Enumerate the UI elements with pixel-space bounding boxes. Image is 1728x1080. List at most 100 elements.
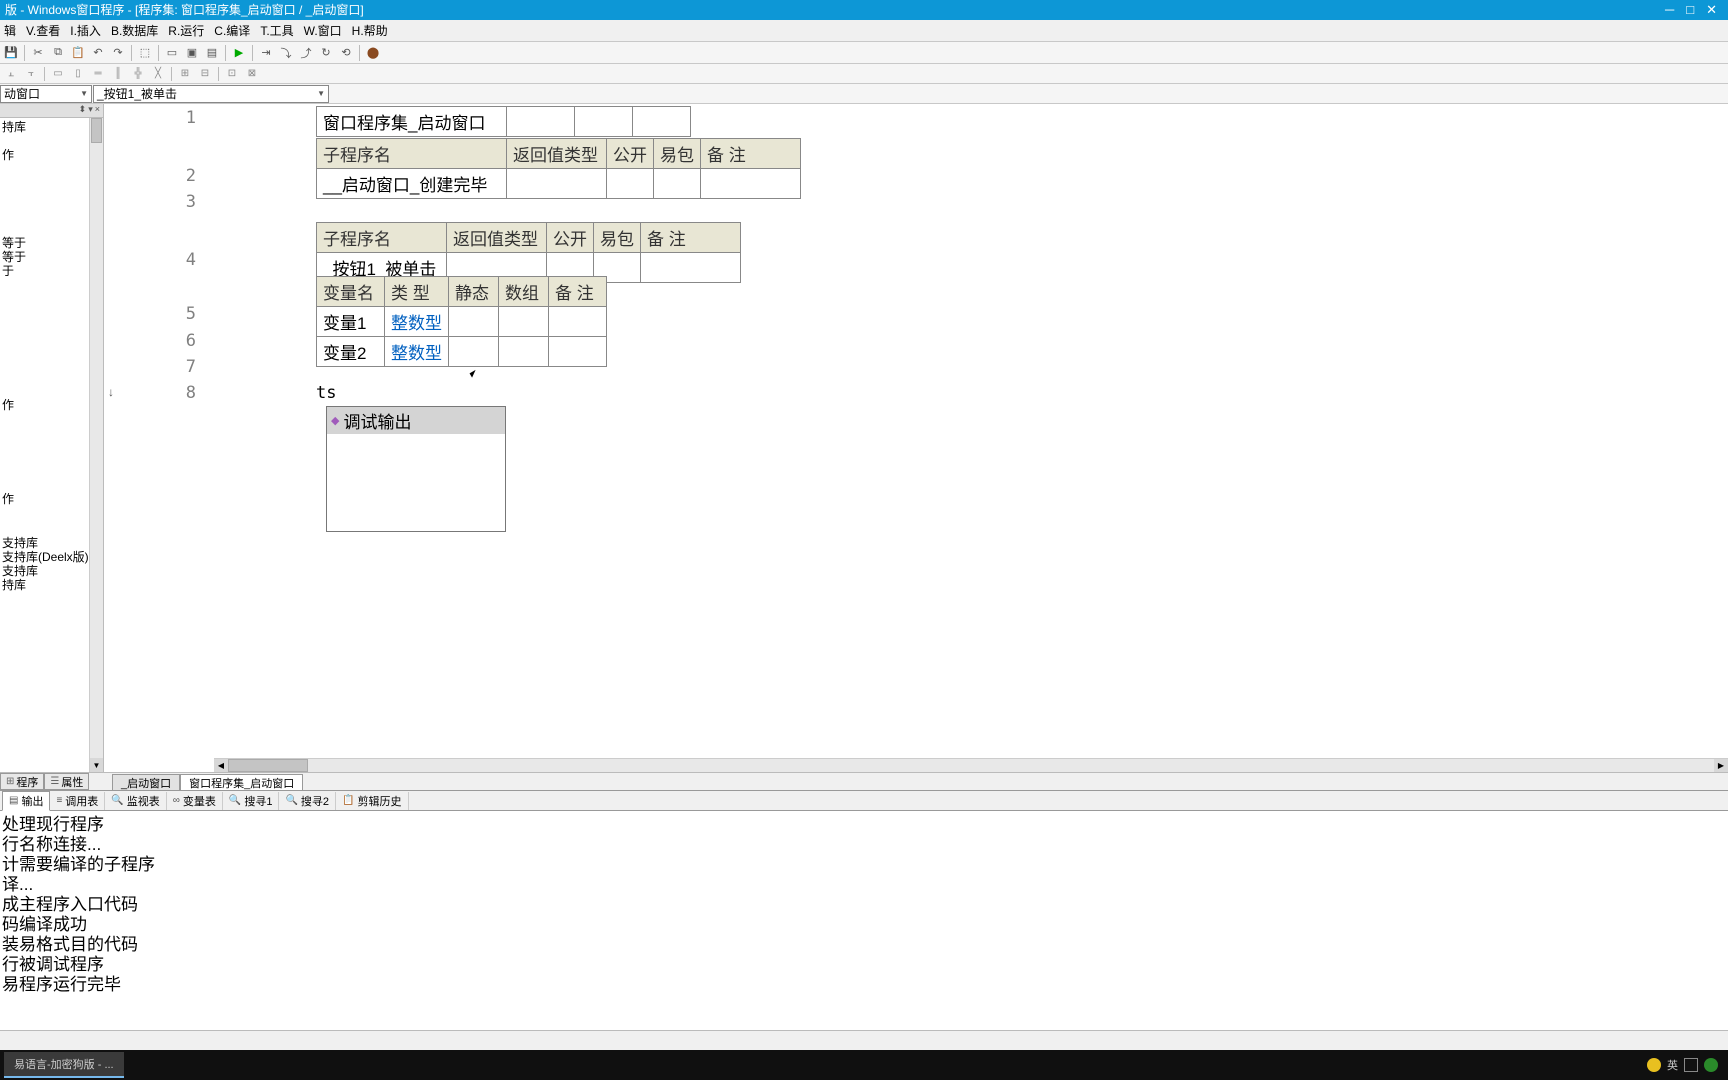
scroll-down-icon[interactable]: ▼ <box>90 758 103 772</box>
align8-icon[interactable]: ╳ <box>149 66 167 82</box>
tree-item[interactable]: 支持库 <box>2 536 101 550</box>
var-name[interactable]: 变量1 <box>317 307 385 337</box>
panel-close-icon[interactable]: × <box>94 104 101 117</box>
window3-icon[interactable]: ▤ <box>203 44 221 62</box>
redo-icon[interactable]: ↷ <box>109 44 127 62</box>
step5-icon[interactable]: ⟲ <box>337 44 355 62</box>
step3-icon[interactable]: ⤴ <box>297 44 315 62</box>
align3-icon[interactable]: ▭ <box>49 66 67 82</box>
menu-edit[interactable]: 辑 <box>4 22 16 39</box>
align9-icon[interactable]: ⊞ <box>176 66 194 82</box>
output-line: 成主程序入口代码 <box>2 895 1726 915</box>
tab-properties[interactable]: ☰属性 <box>44 773 89 790</box>
tree-item[interactable]: 支持库 <box>2 564 101 578</box>
sub-name[interactable]: __启动窗口_创建完毕 <box>317 169 507 199</box>
chevron-down-icon: ▼ <box>80 89 88 98</box>
minimize-icon[interactable]: ─ <box>1665 0 1674 20</box>
align4-icon[interactable]: ▯ <box>69 66 87 82</box>
var-name[interactable]: 变量2 <box>317 337 385 367</box>
step1-icon[interactable]: ⇥ <box>257 44 275 62</box>
run-icon[interactable]: ▶ <box>230 44 248 62</box>
menu-compile[interactable]: C.编译 <box>214 22 250 39</box>
scrollbar-horizontal[interactable]: ◀ ▶ <box>214 758 1728 772</box>
doc-tab[interactable]: _启动窗口 <box>112 774 180 790</box>
taskbar: 易语言-加密狗版 - ... 英 <box>0 1050 1728 1080</box>
copy-icon[interactable]: ⧉ <box>49 44 67 62</box>
maximize-icon[interactable]: □ <box>1686 0 1694 20</box>
find-icon[interactable]: ⬚ <box>136 44 154 62</box>
window-title: 版 - Windows窗口程序 - [程序集: 窗口程序集_启动窗口 / _启动… <box>5 0 364 20</box>
window1-icon[interactable]: ▭ <box>163 44 181 62</box>
window2-icon[interactable]: ▣ <box>183 44 201 62</box>
scroll-right-icon[interactable]: ▶ <box>1714 759 1728 772</box>
align5-icon[interactable]: ═ <box>89 66 107 82</box>
code-line[interactable]: ts <box>316 383 336 403</box>
menu-window[interactable]: W.窗口 <box>304 22 342 39</box>
taskbar-app[interactable]: 易语言-加密狗版 - ... <box>4 1052 124 1078</box>
autocomplete-popup[interactable]: ◆ 调试输出 <box>326 406 506 532</box>
menu-tools[interactable]: T.工具 <box>260 22 293 39</box>
align12-icon[interactable]: ⊠ <box>243 66 261 82</box>
menu-view[interactable]: V.查看 <box>26 22 60 39</box>
menu-run[interactable]: R.运行 <box>168 22 204 39</box>
tab-search1[interactable]: 🔍搜寻1 <box>223 792 280 810</box>
paste-icon[interactable]: 📋 <box>69 44 87 62</box>
col-header: 公开 <box>547 223 594 253</box>
tab-clipboard[interactable]: 📋剪辑历史 <box>336 792 408 810</box>
align10-icon[interactable]: ⊟ <box>196 66 214 82</box>
scroll-left-icon[interactable]: ◀ <box>214 759 228 772</box>
step4-icon[interactable]: ↻ <box>317 44 335 62</box>
tree-item[interactable]: 持库 <box>2 578 101 592</box>
variable-table: 变量名类 型静态数组备 注 变量1整数型 变量2整数型 <box>316 276 607 367</box>
step2-icon[interactable]: ⤵ <box>277 44 295 62</box>
tab-output[interactable]: ▤输出 <box>2 791 50 811</box>
close-icon[interactable]: ✕ <box>1706 0 1717 20</box>
undo-icon[interactable]: ↶ <box>89 44 107 62</box>
tab-search2[interactable]: 🔍搜寻2 <box>279 792 336 810</box>
scrollbar-thumb[interactable] <box>228 759 308 772</box>
ime-indicator[interactable]: 英 <box>1667 1057 1678 1073</box>
line-number: 4 <box>104 250 214 270</box>
doc-tab-active[interactable]: 窗口程序集_启动窗口 <box>180 774 303 790</box>
cut-icon[interactable]: ✂ <box>29 44 47 62</box>
panel-pin-icon[interactable]: ⬍ <box>78 104 88 117</box>
col-header: 数组 <box>499 277 549 307</box>
tree-item[interactable]: 支持库(Deelx版) <box>2 550 101 564</box>
tree-item[interactable]: 作 <box>2 492 101 506</box>
scrollbar-thumb[interactable] <box>91 118 102 143</box>
tab-watch[interactable]: 🔍监视表 <box>105 792 166 810</box>
save-icon[interactable]: 💾 <box>2 44 20 62</box>
tree-item[interactable]: 等于 <box>2 236 101 250</box>
menu-insert[interactable]: I.插入 <box>70 22 101 39</box>
tray-icon[interactable] <box>1684 1058 1698 1072</box>
code-editor[interactable]: 1 2 3 4 5 6 7 8 ↓ 窗口程序集_启动窗口 子程序名返回值类型公开… <box>104 104 1728 772</box>
align1-icon[interactable]: ⫠ <box>2 66 20 82</box>
tree-item[interactable]: 于 <box>2 264 101 278</box>
tab-program[interactable]: ⊞程序 <box>0 773 44 790</box>
combo-event[interactable]: _按钮1_被单击 ▼ <box>93 85 329 103</box>
tree-item[interactable]: 等于 <box>2 250 101 264</box>
tray-icon[interactable] <box>1647 1058 1661 1072</box>
var-type[interactable]: 整数型 <box>385 307 449 337</box>
tray-icon[interactable] <box>1704 1058 1718 1072</box>
tab-callstack[interactable]: ≡调用表 <box>50 792 105 810</box>
align11-icon[interactable]: ⊡ <box>223 66 241 82</box>
output-line: 码编译成功 <box>2 915 1726 935</box>
align6-icon[interactable]: ║ <box>109 66 127 82</box>
menu-help[interactable]: H.帮助 <box>352 22 388 39</box>
menu-database[interactable]: B.数据库 <box>111 22 158 39</box>
autocomplete-item[interactable]: ◆ 调试输出 <box>327 407 505 434</box>
align2-icon[interactable]: ⫟ <box>22 66 40 82</box>
tree-item[interactable]: 作 <box>2 148 101 162</box>
tab-variables[interactable]: ∞变量表 <box>167 792 223 810</box>
combo-object[interactable]: 动窗口 ▼ <box>0 85 92 103</box>
tree-item[interactable]: 作 <box>2 398 101 412</box>
scrollbar-vertical[interactable]: ▼ <box>89 118 103 772</box>
var-type[interactable]: 整数型 <box>385 337 449 367</box>
support-lib-tree[interactable]: 持库 作 等于 等于 于 作 作 支持库 支持库(Deelx版) 支持库 持库 <box>0 118 103 594</box>
breakpoint-marker-icon[interactable]: ↓ <box>104 385 118 399</box>
breakpoint-icon[interactable]: ⬤ <box>364 44 382 62</box>
align7-icon[interactable]: ╬ <box>129 66 147 82</box>
module-name[interactable]: 窗口程序集_启动窗口 <box>317 107 507 137</box>
tree-item[interactable]: 持库 <box>2 120 101 134</box>
